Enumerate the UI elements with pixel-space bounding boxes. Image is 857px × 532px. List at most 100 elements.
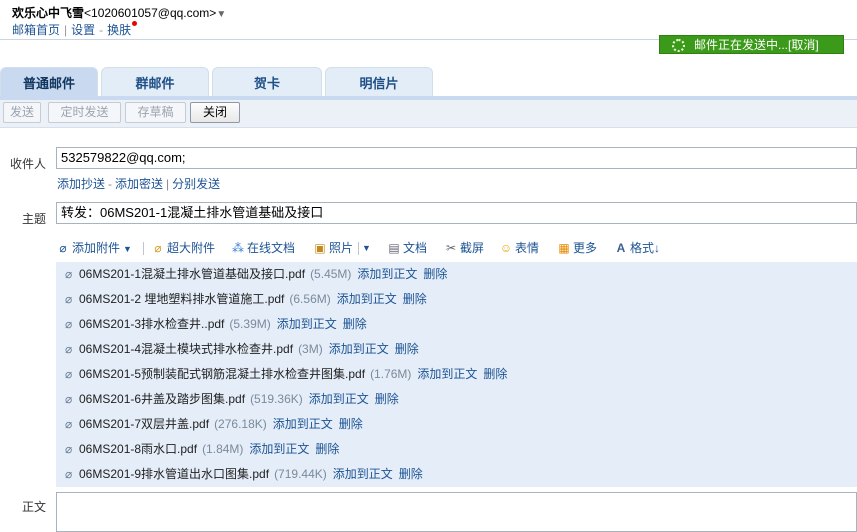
- delete-attachment-link[interactable]: 删除: [399, 467, 423, 481]
- top-bar: 欢乐心中飞雪<1020601057@qq.com>▼ 邮箱首页 | 设置 - 换肤: [0, 0, 857, 40]
- add-to-body-link[interactable]: 添加到正文: [273, 417, 333, 431]
- tab-greeting-card[interactable]: 贺卡: [212, 67, 322, 97]
- tab-postcard[interactable]: 明信片: [325, 67, 433, 97]
- attachment-size: (719.44K): [274, 467, 327, 481]
- attachment-name: 06MS201-2 埋地塑料排水管道施工.pdf: [79, 292, 285, 306]
- paperclip-icon: ⌀: [65, 467, 73, 481]
- skin-link[interactable]: 换肤: [107, 23, 131, 37]
- chevron-down-icon[interactable]: ▼: [123, 244, 132, 254]
- separator: |: [64, 23, 68, 37]
- attachment-list: ⌀ 06MS201-1混凝土排水管道基础及接口.pdf (5.45M) 添加到正文 删除…: [56, 262, 857, 487]
- add-to-body-link[interactable]: 添加到正文: [333, 467, 393, 481]
- chevron-down-icon[interactable]: ▼: [216, 9, 226, 20]
- delete-attachment-link[interactable]: 删除: [315, 442, 339, 456]
- save-draft-button[interactable]: 存草稿: [125, 102, 186, 123]
- photo-icon: ▣: [314, 241, 326, 255]
- attachment-item: ⌀ 06MS201-4混凝土模块式排水检查井.pdf (3M) 添加到正文 删除: [56, 337, 857, 362]
- more-button[interactable]: ▦ 更多: [557, 238, 597, 258]
- photo-button[interactable]: ▣ 照片: [313, 238, 353, 258]
- paperclip-icon: ⌀: [65, 267, 73, 281]
- document-button[interactable]: ▤ 文档: [387, 238, 427, 258]
- add-to-body-link[interactable]: 添加到正文: [309, 392, 369, 406]
- screenshot-label: 截屏: [460, 241, 485, 255]
- document-icon: ▤: [388, 241, 400, 255]
- document-label: 文档: [403, 241, 428, 255]
- add-to-body-link[interactable]: 添加到正文: [329, 342, 389, 356]
- delete-attachment-link[interactable]: 删除: [343, 317, 367, 331]
- mailbox-home-link[interactable]: 邮箱首页: [12, 23, 60, 37]
- emoji-label: 表情: [515, 241, 540, 255]
- attachment-item: ⌀ 06MS201-1混凝土排水管道基础及接口.pdf (5.45M) 添加到正文 删除: [56, 262, 857, 287]
- tab-normal-mail[interactable]: 普通邮件: [0, 67, 98, 97]
- more-label: 更多: [573, 241, 598, 255]
- add-attachment-label: 添加附件: [72, 241, 121, 255]
- format-button[interactable]: A 格式↓: [614, 238, 660, 258]
- attachment-name: 06MS201-5预制装配式钢筋混凝土排水检查井图集.pdf: [79, 367, 366, 381]
- paperclip-icon: ⌀: [65, 442, 73, 456]
- close-button[interactable]: 关闭: [190, 102, 240, 123]
- grid-icon: ▦: [558, 241, 570, 255]
- separate-send-link[interactable]: 分别发送: [172, 177, 220, 191]
- attachment-size: (519.36K): [250, 392, 303, 406]
- add-to-body-link[interactable]: 添加到正文: [357, 267, 417, 281]
- format-label: 格式↓: [630, 241, 661, 255]
- user-info[interactable]: 欢乐心中飞雪<1020601057@qq.com>▼: [12, 4, 226, 21]
- attachment-item: ⌀ 06MS201-5预制装配式钢筋混凝土排水检查井图集.pdf (1.76M) 添加…: [56, 362, 857, 387]
- add-to-body-link[interactable]: 添加到正文: [277, 317, 337, 331]
- large-attachment-label: 超大附件: [167, 241, 216, 255]
- paperclip-icon: ⌀: [65, 317, 73, 331]
- compose-toolbar: 发送 定时发送 存草稿 关闭: [0, 100, 857, 128]
- share-nodes-icon: ⁂: [232, 241, 244, 255]
- scissors-icon: ✂: [445, 241, 457, 255]
- emoji-button[interactable]: ☺ 表情: [499, 238, 539, 258]
- sending-status-banner: 邮件正在发送中...[取消]: [659, 35, 844, 54]
- delete-attachment-link[interactable]: 删除: [339, 417, 363, 431]
- photo-label: 照片: [329, 241, 354, 255]
- cancel-sending-link[interactable]: [取消]: [788, 38, 819, 52]
- paperclip-icon: ⌀: [65, 292, 73, 306]
- online-doc-button[interactable]: ⁂ 在线文档: [231, 238, 295, 258]
- font-format-icon: A: [616, 241, 626, 255]
- top-links: 邮箱首页 | 设置 - 换肤: [12, 21, 138, 38]
- paperclip-icon: ⌀: [65, 367, 73, 381]
- divider: [358, 242, 359, 255]
- large-attachment-button[interactable]: ⌀ 超大附件: [151, 238, 215, 258]
- screenshot-button[interactable]: ✂ 截屏: [444, 238, 484, 258]
- sending-status-text: 邮件正在发送中...: [694, 38, 789, 52]
- photo-dropdown-icon[interactable]: ▼: [362, 238, 371, 258]
- paperclip-icon: ⌀: [65, 392, 73, 406]
- smiley-icon: ☺: [499, 241, 513, 255]
- online-doc-label: 在线文档: [247, 241, 296, 255]
- settings-link[interactable]: 设置: [71, 23, 95, 37]
- scheduled-send-button[interactable]: 定时发送: [48, 102, 121, 123]
- compose-type-tabs: 普通邮件 群邮件 贺卡 明信片: [0, 67, 857, 97]
- add-to-body-link[interactable]: 添加到正文: [249, 442, 309, 456]
- notification-dot-icon: [132, 21, 138, 26]
- add-to-body-link[interactable]: 添加到正文: [417, 367, 477, 381]
- send-button[interactable]: 发送: [3, 102, 41, 123]
- attachment-name: 06MS201-3排水检查井..pdf: [79, 317, 225, 331]
- delete-attachment-link[interactable]: 删除: [483, 367, 507, 381]
- attachment-name: 06MS201-7双层井盖.pdf: [79, 417, 210, 431]
- add-to-body-link[interactable]: 添加到正文: [337, 292, 397, 306]
- recipient-options: 添加抄送 - 添加密送 | 分别发送: [57, 175, 220, 192]
- delete-attachment-link[interactable]: 删除: [395, 342, 419, 356]
- subject-input[interactable]: 转发：06MS201-1混凝土排水管道基础及接口: [56, 202, 857, 224]
- body-editor[interactable]: [56, 492, 857, 532]
- user-email: <1020601057@qq.com>: [84, 6, 217, 20]
- attachment-item: ⌀ 06MS201-8雨水口.pdf (1.84M) 添加到正文 删除: [56, 437, 857, 462]
- attachment-size: (1.84M): [202, 442, 244, 456]
- paperclip-icon: ⌀: [59, 241, 67, 255]
- user-name: 欢乐心中飞雪: [12, 6, 85, 20]
- tab-group-mail[interactable]: 群邮件: [101, 67, 209, 97]
- add-bcc-link[interactable]: 添加密送: [115, 177, 163, 191]
- delete-attachment-link[interactable]: 删除: [423, 267, 447, 281]
- recipient-input[interactable]: 532579822@qq.com;: [56, 147, 857, 169]
- attachment-name: 06MS201-4混凝土模块式排水检查井.pdf: [79, 342, 294, 356]
- delete-attachment-link[interactable]: 删除: [403, 292, 427, 306]
- separator: |: [166, 177, 170, 191]
- add-cc-link[interactable]: 添加抄送: [57, 177, 105, 191]
- attachment-name: 06MS201-9排水管道出水口图集.pdf: [79, 467, 270, 481]
- delete-attachment-link[interactable]: 删除: [375, 392, 399, 406]
- add-attachment-button[interactable]: ⌀ 添加附件 ▼: [56, 238, 132, 258]
